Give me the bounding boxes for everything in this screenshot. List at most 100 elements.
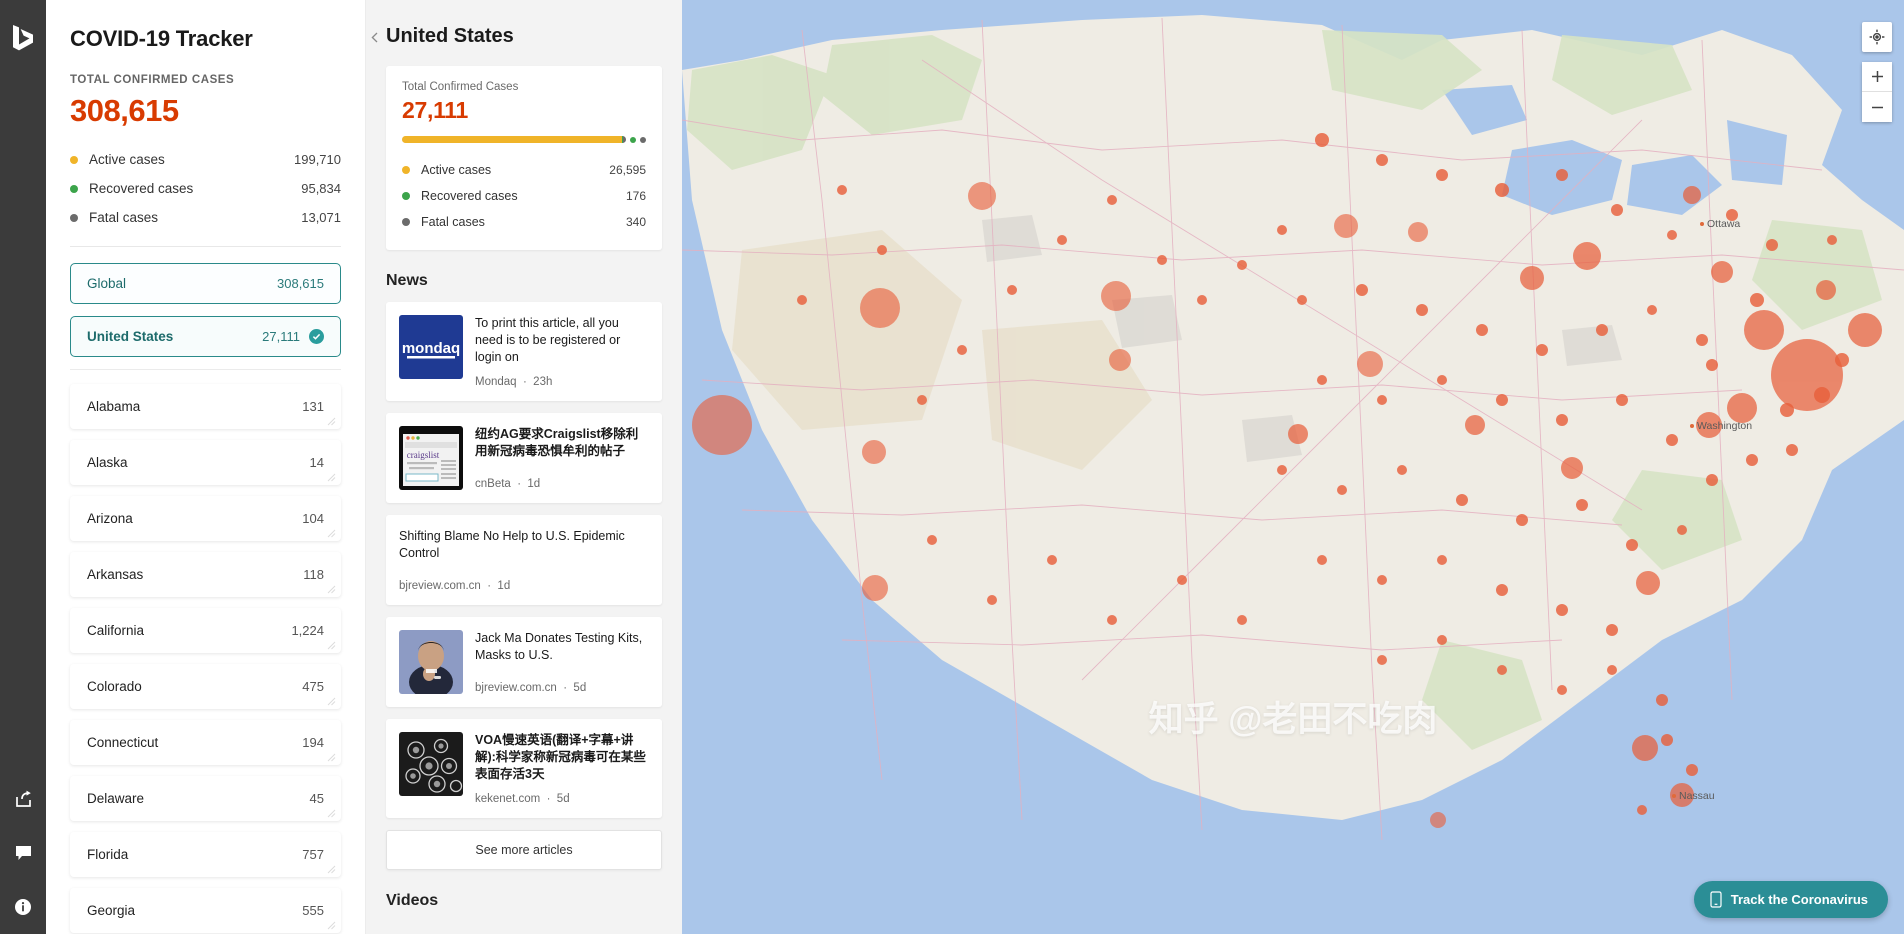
stat-label: Active cases xyxy=(89,152,294,167)
state-name: Georgia xyxy=(87,903,135,918)
news-title: To print this article, all you need is t… xyxy=(475,315,649,366)
news-thumbnail xyxy=(399,732,463,796)
stat-value: 176 xyxy=(626,189,646,203)
status-dot-recovered xyxy=(70,185,78,193)
resize-grip-icon xyxy=(327,753,336,762)
state-row[interactable]: Arkansas 118 xyxy=(70,552,341,597)
state-name: Delaware xyxy=(87,791,144,806)
rail-bottom-icons xyxy=(0,788,46,918)
stat-row: Fatal cases 13,071 xyxy=(70,203,341,232)
state-name: Alabama xyxy=(87,399,140,414)
state-row[interactable]: Alabama 131 xyxy=(70,384,341,429)
news-thumbnail xyxy=(399,630,463,694)
summary-card: Total Confirmed Cases 27,111 Active case… xyxy=(386,66,662,250)
see-more-articles-button[interactable]: See more articles xyxy=(386,830,662,870)
news-card[interactable]: craigslist 纽约AG要求Craigslist移除利用新冠病毒恐惧牟利的… xyxy=(386,413,662,503)
case-distribution-bar xyxy=(402,136,646,143)
videos-heading: Videos xyxy=(386,892,662,910)
scope-value: 308,615 xyxy=(277,276,324,291)
state-value: 131 xyxy=(302,399,324,414)
news-thumbnail: mondaq xyxy=(399,315,463,379)
bar-pip-recovered xyxy=(630,137,636,143)
news-title: 纽约AG要求Craigslist移除利用新冠病毒恐惧牟利的帖子 xyxy=(475,426,649,460)
news-meta: bjreview.com.cn · 1d xyxy=(399,570,649,592)
bar-segment-fatal xyxy=(623,136,626,143)
state-row[interactable]: Georgia 555 xyxy=(70,888,341,933)
bar-pip-fatal xyxy=(640,137,646,143)
news-heading: News xyxy=(386,272,662,290)
page-title: COVID-19 Tracker xyxy=(70,0,341,74)
state-row[interactable]: California 1,224 xyxy=(70,608,341,653)
state-value: 14 xyxy=(310,455,324,470)
detail-panel: United States Total Confirmed Cases 27,1… xyxy=(366,0,682,934)
state-value: 118 xyxy=(303,567,324,582)
stat-value: 26,595 xyxy=(609,163,646,177)
state-row[interactable]: Delaware 45 xyxy=(70,776,341,821)
news-card[interactable]: Shifting Blame No Help to U.S. Epidemic … xyxy=(386,515,662,605)
detail-scroll[interactable]: United States Total Confirmed Cases 27,1… xyxy=(366,0,682,934)
state-name: Arizona xyxy=(87,511,133,526)
svg-text:craigslist: craigslist xyxy=(407,450,440,460)
scope-button-united-states[interactable]: United States 27,111 xyxy=(70,316,341,357)
check-icon xyxy=(309,329,324,344)
news-card[interactable]: Jack Ma Donates Testing Kits, Masks to U… xyxy=(386,617,662,707)
news-body: VOA慢速英语(翻译+字幕+讲解):科学家称新冠病毒可在某些表面存活3天 kek… xyxy=(475,732,649,805)
state-row[interactable]: Arizona 104 xyxy=(70,496,341,541)
map-controls xyxy=(1862,22,1892,122)
minus-icon[interactable] xyxy=(1862,92,1892,122)
map-canvas[interactable]: Ottawa Washington Nassau 知乎 @老田不吃肉 Track… xyxy=(682,0,1904,934)
resize-grip-icon xyxy=(327,865,336,874)
status-dot-fatal xyxy=(402,218,410,226)
state-row[interactable]: Florida 757 xyxy=(70,832,341,877)
news-meta: kekenet.com · 5d xyxy=(475,783,649,805)
sidebar-scroll[interactable]: COVID-19 Tracker TOTAL CONFIRMED CASES 3… xyxy=(46,0,365,934)
resize-grip-icon xyxy=(327,417,336,426)
news-title: Jack Ma Donates Testing Kits, Masks to U… xyxy=(475,630,649,664)
resize-grip-icon xyxy=(327,809,336,818)
stat-row: Active cases 199,710 xyxy=(70,145,341,174)
feedback-icon[interactable] xyxy=(12,842,34,864)
news-card[interactable]: VOA慢速英语(翻译+字幕+讲解):科学家称新冠病毒可在某些表面存活3天 kek… xyxy=(386,719,662,818)
resize-grip-icon xyxy=(327,529,336,538)
bar-segment-active xyxy=(402,136,622,143)
track-coronavirus-button[interactable]: Track the Coronavirus xyxy=(1694,881,1888,918)
news-meta: Mondaq · 23h xyxy=(475,366,649,388)
stat-row: Fatal cases 340 xyxy=(402,209,646,235)
news-body: To print this article, all you need is t… xyxy=(475,315,649,388)
sidebar: COVID-19 Tracker TOTAL CONFIRMED CASES 3… xyxy=(46,0,366,934)
status-dot-active xyxy=(402,166,410,174)
stat-row: Recovered cases 176 xyxy=(402,183,646,209)
state-name: California xyxy=(87,623,144,638)
divider xyxy=(70,246,341,247)
state-list: Alabama 131 Alaska 14 Arizona 104 Arkans… xyxy=(70,384,341,933)
bing-logo-icon[interactable] xyxy=(8,22,38,52)
status-dot-active xyxy=(70,156,78,164)
chevron-left-icon[interactable] xyxy=(366,26,382,48)
state-value: 1,224 xyxy=(291,623,324,638)
state-name: Colorado xyxy=(87,679,142,694)
stat-row: Active cases 26,595 xyxy=(402,157,646,183)
state-row[interactable]: Alaska 14 xyxy=(70,440,341,485)
scope-label: United States xyxy=(87,329,173,344)
resize-grip-icon xyxy=(327,585,336,594)
map-graphics xyxy=(682,0,1904,934)
state-row[interactable]: Colorado 475 xyxy=(70,664,341,709)
share-icon[interactable] xyxy=(12,788,34,810)
state-row[interactable]: Connecticut 194 xyxy=(70,720,341,765)
resize-grip-icon xyxy=(327,921,336,930)
news-body: Shifting Blame No Help to U.S. Epidemic … xyxy=(399,528,649,592)
divider xyxy=(70,369,341,370)
plus-icon[interactable] xyxy=(1862,62,1892,92)
bar-track xyxy=(402,136,626,143)
detail-title: United States xyxy=(386,0,662,66)
stat-value: 199,710 xyxy=(294,152,341,167)
scope-button-global[interactable]: Global 308,615 xyxy=(70,263,341,304)
state-value: 555 xyxy=(302,903,324,918)
stat-label: Active cases xyxy=(421,163,609,177)
info-icon[interactable] xyxy=(12,896,34,918)
locate-icon[interactable] xyxy=(1862,22,1892,52)
covid-tracker-app: COVID-19 Tracker TOTAL CONFIRMED CASES 3… xyxy=(0,0,1904,934)
total-confirmed-value: 308,615 xyxy=(70,93,341,129)
news-card[interactable]: mondaq To print this article, all you ne… xyxy=(386,302,662,401)
resize-grip-icon xyxy=(327,641,336,650)
